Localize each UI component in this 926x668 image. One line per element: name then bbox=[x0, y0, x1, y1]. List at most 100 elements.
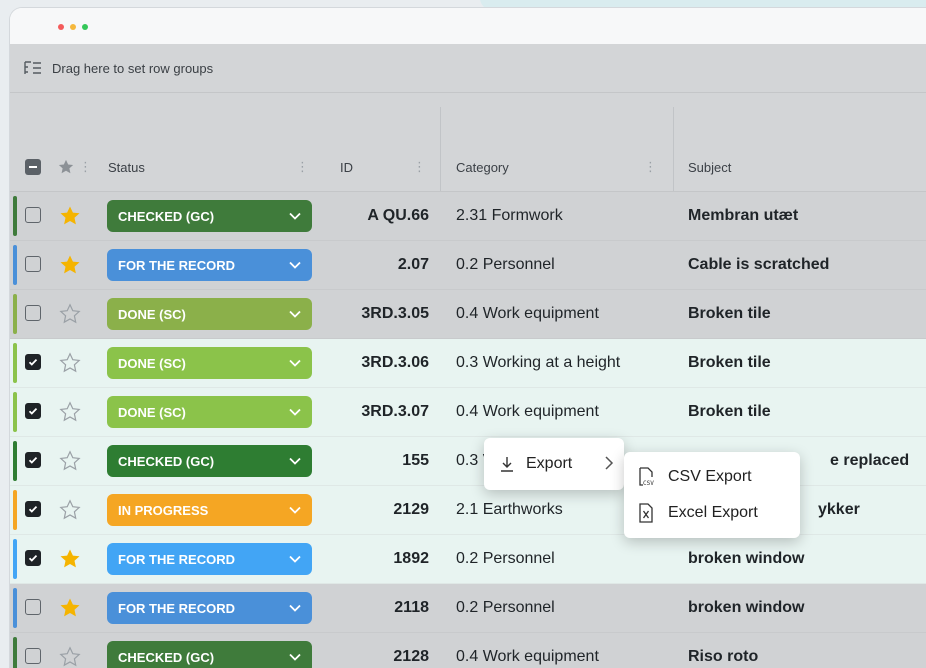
row-checkbox[interactable] bbox=[25, 452, 41, 468]
status-label: IN PROGRESS bbox=[118, 502, 209, 518]
chevron-down-icon bbox=[289, 261, 301, 269]
star-filled-icon[interactable] bbox=[58, 204, 82, 228]
id-cell: 1892 bbox=[393, 550, 429, 567]
row-group-icon bbox=[24, 59, 42, 77]
status-dropdown[interactable]: IN PROGRESS bbox=[107, 494, 312, 526]
chevron-right-icon bbox=[605, 456, 614, 470]
status-dropdown[interactable]: CHECKED (GC) bbox=[107, 200, 312, 232]
svg-text:CSV: CSV bbox=[643, 480, 654, 487]
favorite-column-menu-icon[interactable]: ⋮ bbox=[79, 159, 92, 175]
row-checkbox[interactable] bbox=[25, 550, 41, 566]
star-outline-icon[interactable] bbox=[58, 302, 82, 326]
maximize-window-button[interactable] bbox=[82, 24, 88, 30]
export-menu-item[interactable]: Export bbox=[526, 455, 572, 473]
row-status-indicator bbox=[13, 245, 17, 285]
status-dropdown[interactable]: CHECKED (GC) bbox=[107, 641, 312, 668]
subject-cell: ykker bbox=[818, 501, 860, 518]
table-row[interactable]: DONE (SC) 3RD.3.07 0.4 Work equipment Broke… bbox=[10, 388, 926, 437]
chevron-down-icon bbox=[289, 408, 301, 416]
check-icon bbox=[28, 554, 38, 562]
csv-export-item[interactable]: CSV CSV Export bbox=[624, 460, 800, 494]
star-outline-icon[interactable] bbox=[58, 400, 82, 424]
row-status-indicator bbox=[13, 343, 17, 383]
category-cell: 0.3 Working at a height bbox=[456, 354, 621, 371]
csv-export-label: CSV Export bbox=[668, 468, 752, 485]
star-outline-icon[interactable] bbox=[58, 351, 82, 375]
column-header-subject[interactable]: Subject bbox=[688, 143, 731, 191]
table-row[interactable]: FOR THE RECORD 2.07 0.2 Personnel Cable is … bbox=[10, 241, 926, 290]
row-checkbox[interactable] bbox=[25, 207, 41, 223]
star-filled-icon[interactable] bbox=[58, 253, 82, 277]
download-icon bbox=[501, 457, 513, 472]
row-checkbox[interactable] bbox=[25, 648, 41, 664]
star-filled-icon[interactable] bbox=[58, 547, 82, 571]
id-cell: 3RD.3.05 bbox=[361, 305, 429, 322]
row-checkbox[interactable] bbox=[25, 256, 41, 272]
excel-export-item[interactable]: Excel Export bbox=[624, 496, 800, 530]
status-dropdown[interactable]: DONE (SC) bbox=[107, 347, 312, 379]
id-column-menu-icon[interactable]: ⋮ bbox=[413, 159, 426, 175]
status-dropdown[interactable]: FOR THE RECORD bbox=[107, 592, 312, 624]
grid-body: CHECKED (GC) A QU.66 2.31 Formwork Membran … bbox=[10, 192, 926, 668]
category-cell: 0.4 Work equipment bbox=[456, 648, 599, 665]
status-label: DONE (SC) bbox=[118, 404, 186, 420]
table-row[interactable]: DONE (SC) 3RD.3.05 0.4 Work equipment Broke… bbox=[10, 290, 926, 339]
category-cell: 0.2 Personnel bbox=[456, 256, 555, 273]
column-header-id[interactable]: ID ⋮ bbox=[340, 143, 426, 191]
column-header-status[interactable]: Status ⋮ bbox=[108, 143, 309, 191]
status-column-menu-icon[interactable]: ⋮ bbox=[296, 159, 309, 175]
star-header-icon bbox=[58, 159, 74, 174]
row-checkbox[interactable] bbox=[25, 403, 41, 419]
id-cell: 2129 bbox=[393, 501, 429, 518]
favorite-column-header[interactable]: ⋮ bbox=[57, 143, 92, 191]
close-window-button[interactable] bbox=[58, 24, 64, 30]
subject-cell: Riso roto bbox=[688, 648, 759, 665]
subject-header-label: Subject bbox=[688, 159, 732, 175]
category-cell: 2.31 Formwork bbox=[456, 207, 563, 224]
star-outline-icon[interactable] bbox=[58, 498, 82, 522]
chevron-down-icon bbox=[289, 506, 301, 514]
table-row[interactable]: CHECKED (GC) A QU.66 2.31 Formwork Membran … bbox=[10, 192, 926, 241]
row-status-indicator bbox=[13, 392, 17, 432]
subject-cell: broken window bbox=[688, 599, 805, 616]
status-dropdown[interactable]: FOR THE RECORD bbox=[107, 249, 312, 281]
subject-cell: Membran utæt bbox=[688, 207, 799, 224]
excel-file-icon bbox=[639, 503, 653, 523]
minimize-window-button[interactable] bbox=[70, 24, 76, 30]
category-cell: 0.2 Personnel bbox=[456, 599, 555, 616]
row-checkbox[interactable] bbox=[25, 354, 41, 370]
row-status-indicator bbox=[13, 196, 17, 236]
table-row[interactable]: FOR THE RECORD 2118 0.2 Personnel broken wi… bbox=[10, 584, 926, 633]
table-row[interactable]: CHECKED (GC) 2128 0.4 Work equipment Riso r… bbox=[10, 633, 926, 668]
table-row[interactable]: FOR THE RECORD 1892 0.2 Personnel broken wi… bbox=[10, 535, 926, 584]
subject-cell: e replaced bbox=[830, 452, 910, 469]
column-divider bbox=[673, 107, 674, 191]
id-cell: 2118 bbox=[394, 599, 429, 616]
chevron-down-icon bbox=[289, 212, 301, 220]
check-icon bbox=[28, 407, 38, 415]
star-outline-icon[interactable] bbox=[58, 449, 82, 473]
status-label: FOR THE RECORD bbox=[118, 551, 235, 567]
category-column-menu-icon[interactable]: ⋮ bbox=[644, 159, 657, 175]
status-dropdown[interactable]: FOR THE RECORD bbox=[107, 543, 312, 575]
subject-cell: Broken tile bbox=[688, 403, 771, 420]
chevron-down-icon bbox=[289, 604, 301, 612]
id-cell: 2128 bbox=[393, 648, 429, 665]
status-dropdown[interactable]: CHECKED (GC) bbox=[107, 445, 312, 477]
row-checkbox[interactable] bbox=[25, 305, 41, 321]
export-submenu: CSV CSV Export Excel Export bbox=[624, 452, 800, 538]
select-all-checkbox[interactable] bbox=[25, 143, 41, 191]
table-row[interactable]: DONE (SC) 3RD.3.06 0.3 Working at a height… bbox=[10, 339, 926, 388]
status-dropdown[interactable]: DONE (SC) bbox=[107, 298, 312, 330]
row-group-panel[interactable]: Drag here to set row groups bbox=[10, 44, 926, 93]
check-icon bbox=[28, 456, 38, 464]
status-label: DONE (SC) bbox=[118, 355, 186, 371]
id-cell: A QU.66 bbox=[367, 207, 429, 224]
id-cell: 3RD.3.06 bbox=[361, 354, 429, 371]
status-dropdown[interactable]: DONE (SC) bbox=[107, 396, 312, 428]
row-checkbox[interactable] bbox=[25, 599, 41, 615]
column-header-category[interactable]: Category ⋮ bbox=[456, 143, 657, 191]
row-checkbox[interactable] bbox=[25, 501, 41, 517]
star-filled-icon[interactable] bbox=[58, 596, 82, 620]
excel-export-label: Excel Export bbox=[668, 504, 758, 521]
